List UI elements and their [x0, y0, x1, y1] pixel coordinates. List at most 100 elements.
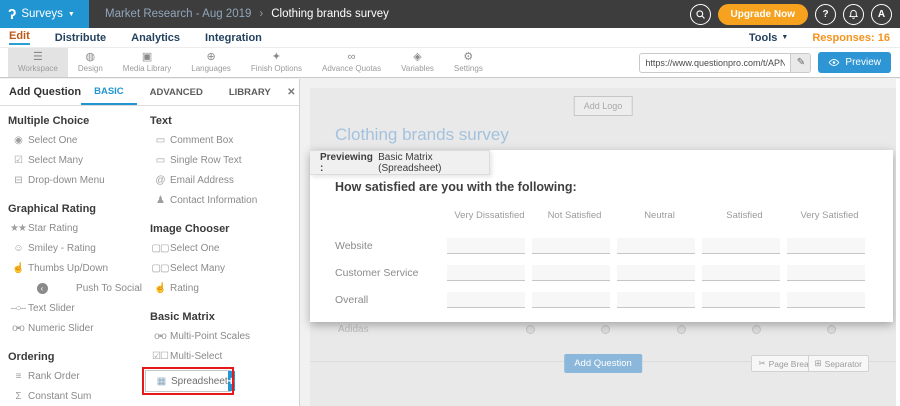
surveys-menu[interactable]: ʔ Surveys ▼: [0, 0, 89, 28]
question-type-constant-sum[interactable]: ΣConstant Sum: [0, 386, 142, 406]
matrix-cell-input[interactable]: [532, 265, 610, 281]
tools-menu[interactable]: Tools▼: [749, 32, 788, 44]
matrix-cell-input[interactable]: [702, 265, 780, 281]
matrix-cell-input[interactable]: [702, 292, 780, 308]
avatar[interactable]: A: [871, 4, 892, 25]
survey-title[interactable]: Clothing brands survey: [335, 125, 509, 145]
matrix-cell-input[interactable]: [617, 292, 695, 308]
toolbar-workspace[interactable]: ☰Workspace: [8, 48, 68, 77]
radio-button[interactable]: [601, 325, 610, 334]
section-multiple-choice: Multiple Choice◉Select One☑Select Many⊟D…: [0, 115, 142, 190]
nav-tab-edit[interactable]: Edit: [9, 30, 30, 45]
matrix-column-header: Neutral: [617, 210, 702, 221]
question-type-multi-select[interactable]: ☑☐Multi-Select: [142, 346, 299, 366]
chevron-down-icon: ▼: [781, 34, 788, 41]
toolbar-label: Variables: [401, 64, 434, 73]
spreadsheet-add-button[interactable]: +: [228, 371, 235, 391]
search-button[interactable]: [690, 4, 711, 25]
radio-button[interactable]: [752, 325, 761, 334]
question-type-contact-information[interactable]: ♟Contact Information: [142, 190, 299, 210]
toolbar-finish-options[interactable]: ✦Finish Options: [241, 48, 312, 77]
question-type-columns: Multiple Choice◉Select One☑Select Many⊟D…: [0, 106, 299, 406]
matrix-column-header: Very Satisfied: [787, 210, 872, 221]
upgrade-now-button[interactable]: Upgrade Now: [718, 4, 808, 25]
question-type-smiley-rating[interactable]: ☺Smiley - Rating: [0, 238, 142, 258]
toolbar-media-library[interactable]: ▣Media Library: [113, 48, 181, 77]
matrix-column-header: Satisfied: [702, 210, 787, 221]
question-type-select-many[interactable]: ☑Select Many: [0, 150, 142, 170]
question-type-push-to-social[interactable]: ‹Push To Social: [0, 278, 142, 298]
question-type-drop-down-menu[interactable]: ⊟Drop-down Menu: [0, 170, 142, 190]
nav-tab-analytics[interactable]: Analytics: [131, 32, 180, 44]
matrix-cell-input[interactable]: [532, 292, 610, 308]
panel-tab-advanced[interactable]: ADVANCED: [137, 79, 216, 105]
responses-link[interactable]: Responses: 16: [812, 32, 890, 44]
question-type-thumbs-up-down[interactable]: ☝Thumbs Up/Down: [0, 258, 142, 278]
top-bar: ʔ Surveys ▼ Market Research - Aug 2019 ›…: [0, 0, 900, 28]
question-type-multi-point-scales[interactable]: o▪oMulti-Point Scales: [142, 326, 299, 346]
radio-button[interactable]: [677, 325, 686, 334]
toolbar-settings[interactable]: ⚙Settings: [444, 48, 493, 77]
matrix-cell-input[interactable]: [532, 238, 610, 254]
matrix-cell-input[interactable]: [702, 238, 780, 254]
radio-button[interactable]: [526, 325, 535, 334]
question-type-rating[interactable]: ☝Rating: [142, 278, 299, 298]
toolbar-advance-quotas[interactable]: ∞Advance Quotas: [312, 48, 391, 77]
section-title: Graphical Rating: [8, 203, 142, 215]
matrix-cell-input[interactable]: [787, 238, 865, 254]
question-type-select-many[interactable]: ▢▢Select Many: [142, 258, 299, 278]
radio-button[interactable]: [827, 325, 836, 334]
add-question-button[interactable]: Add Question: [564, 354, 642, 373]
question-type-star-rating[interactable]: ★★Star Rating: [0, 218, 142, 238]
question-type-label: Rank Order: [28, 371, 80, 382]
multi-point-scales-icon: o▪o: [150, 331, 170, 342]
preview-button[interactable]: Preview: [818, 52, 891, 73]
question-type-email-address[interactable]: @Email Address: [142, 170, 299, 190]
toolbar-label: Workspace: [18, 64, 58, 73]
toolbar-design[interactable]: ◍Design: [68, 48, 113, 77]
breadcrumb-folder[interactable]: Market Research - Aug 2019: [105, 8, 251, 20]
section-graphical-rating: Graphical Rating ★★Star Rating☺Smiley - R…: [0, 203, 142, 338]
survey-url-input[interactable]: [640, 58, 790, 68]
question-type-select-one[interactable]: ▢▢Select One: [142, 238, 299, 258]
matrix-cell-input[interactable]: [447, 238, 525, 254]
panel-tab-basic[interactable]: BASIC: [81, 79, 137, 105]
separator-button[interactable]: ⊞Separator: [808, 355, 869, 372]
matrix-cell-input[interactable]: [447, 265, 525, 281]
matrix-cell-input[interactable]: [617, 265, 695, 281]
matrix-cell-input[interactable]: [787, 265, 865, 281]
image-rating-icon: ☝: [150, 283, 170, 294]
add-logo-button[interactable]: Add Logo: [574, 96, 633, 116]
question-type-numeric-slider[interactable]: o▪oNumeric Slider: [0, 318, 142, 338]
help-button[interactable]: ?: [815, 4, 836, 25]
toolbar-variables[interactable]: ◈Variables: [391, 48, 444, 77]
question-type-label: Spreadsheet: [171, 376, 228, 387]
question-type-comment-box[interactable]: ▭Comment Box: [142, 130, 299, 150]
breadcrumb-separator-icon: ›: [259, 8, 263, 20]
matrix-cell-input[interactable]: [617, 238, 695, 254]
close-panel-button[interactable]: ✕: [284, 79, 299, 105]
edit-url-button[interactable]: ✎: [790, 53, 810, 73]
select-one-radio-icon: ◉: [8, 135, 28, 146]
question-type-spreadsheet[interactable]: ▦Spreadsheet+: [145, 370, 231, 392]
survey-page: Add Logo Clothing brands survey Adidas A…: [310, 88, 896, 406]
toolbar-languages[interactable]: ⊕Languages: [181, 48, 241, 77]
question-type-select-one[interactable]: ◉Select One: [0, 130, 142, 150]
search-icon: [695, 9, 706, 20]
matrix-cell-input[interactable]: [447, 292, 525, 308]
question-type-text-slider[interactable]: –○–Text Slider: [0, 298, 142, 318]
section-title: Ordering: [8, 351, 142, 363]
nav-tab-distribute[interactable]: Distribute: [55, 32, 106, 44]
question-type-label: Numeric Slider: [28, 323, 94, 334]
matrix-cell-input[interactable]: [787, 292, 865, 308]
question-type-single-row-text[interactable]: ▭Single Row Text: [142, 150, 299, 170]
question-type-rank-order[interactable]: ≡Rank Order: [0, 366, 142, 386]
question-type-label: Smiley - Rating: [28, 243, 96, 254]
section-title: Text: [150, 115, 299, 127]
section-image-chooser: Image Chooser▢▢Select One▢▢Select Many☝R…: [142, 223, 299, 298]
panel-tab-library[interactable]: LIBRARY: [216, 79, 284, 105]
notifications-button[interactable]: [843, 4, 864, 25]
add-question-panel: Add Question BASICADVANCEDLIBRARY ✕ Mult…: [0, 79, 300, 406]
nav-tab-integration[interactable]: Integration: [205, 32, 262, 44]
panel-column-1: Multiple Choice◉Select One☑Select Many⊟D…: [0, 106, 142, 406]
